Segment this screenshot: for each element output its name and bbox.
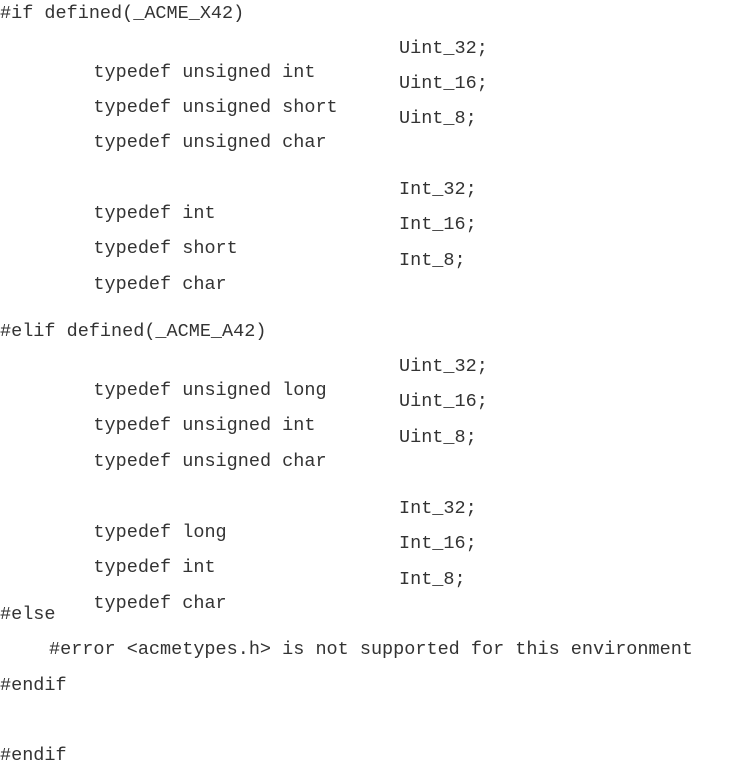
typedef-line: typedef short Int_16; [49,213,476,259]
typedef-name: Int_8; [399,569,466,590]
typedef-line: typedef unsigned long Uint_32; [49,355,487,401]
typedef-name: Int_16; [399,214,477,235]
typedef-name: Uint_8; [399,108,477,129]
typedef-name: Int_32; [399,179,477,200]
endif-directive: #endif [0,675,67,696]
typedef-declaration: typedef unsigned char [93,132,327,153]
typedef-name: Int_16; [399,533,477,554]
endif-directive: #endif [0,745,67,766]
typedef-name: Uint_16; [399,391,488,412]
typedef-line: typedef long Int_32; [49,497,476,543]
typedef-line: typedef unsigned int Uint_32; [49,37,487,83]
else-directive: #else [0,604,56,625]
typedef-line: typedef char Int_8; [49,249,465,295]
typedef-name: Uint_32; [399,38,488,59]
typedef-declaration: typedef unsigned char [93,451,327,472]
typedef-line: typedef unsigned int Uint_16; [49,390,487,436]
typedef-name: Int_8; [399,250,466,271]
typedef-declaration: typedef char [93,274,227,295]
error-directive: #error <acmetypes.h> is not supported fo… [49,639,693,660]
typedef-name: Uint_32; [399,356,488,377]
typedef-line: typedef unsigned short Uint_16; [49,72,487,118]
typedef-line: typedef unsigned char Uint_8; [49,426,476,472]
typedef-line: typedef int Int_16; [49,532,476,578]
typedef-declaration: typedef char [93,593,227,614]
typedef-name: Uint_16; [399,73,488,94]
if-directive: #if defined(_ACME_X42) [0,3,245,24]
typedef-name: Uint_8; [399,427,477,448]
code-listing: #if defined(_ACME_X42) typedef unsigned … [0,0,735,766]
typedef-line: typedef char Int_8; [49,568,465,614]
typedef-line: typedef int Int_32; [49,178,476,224]
typedef-name: Int_32; [399,498,477,519]
typedef-line: typedef unsigned char Uint_8; [49,107,476,153]
elif-directive: #elif defined(_ACME_A42) [0,321,267,342]
